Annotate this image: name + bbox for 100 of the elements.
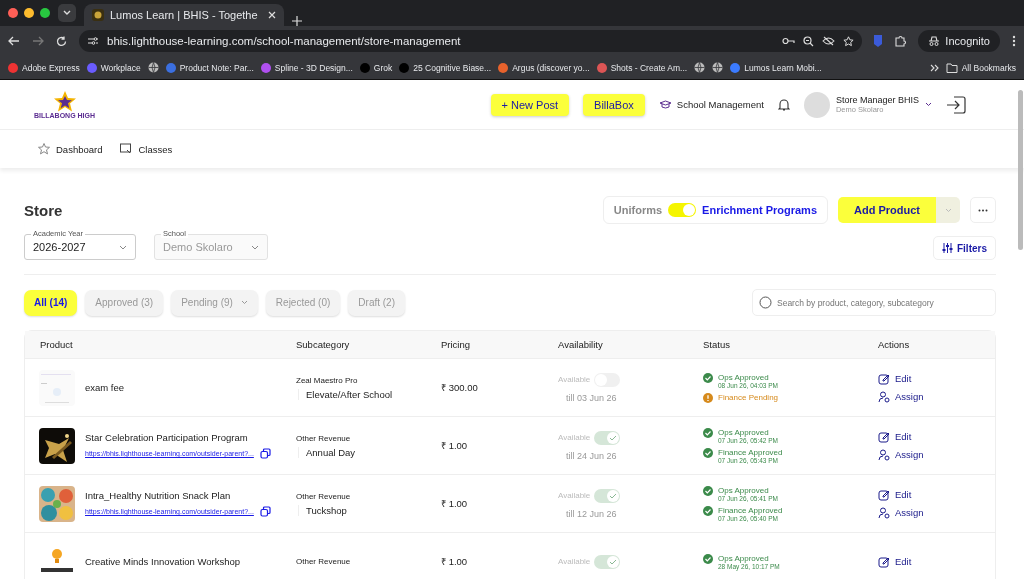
- availability-toggle[interactable]: [594, 554, 621, 569]
- assign-button[interactable]: Assign: [878, 390, 995, 403]
- product-name[interactable]: Creative Minds Innovation Workshop: [85, 556, 241, 567]
- till-date: till 24 Jun 26: [565, 450, 618, 461]
- user-icon: [878, 448, 890, 461]
- check-icon: [609, 434, 618, 441]
- bookmark-icon[interactable]: [712, 62, 724, 73]
- plus-icon[interactable]: [292, 16, 302, 26]
- header-button[interactable]: + New Post: [490, 93, 570, 116]
- graduation-cap-icon: [658, 99, 672, 110]
- copy-icon[interactable]: [259, 506, 271, 517]
- browser-tab[interactable]: Lumos Learn | BHIS - Togethe: [84, 4, 284, 26]
- tab-title: Lumos Learn | BHIS - Togethe: [110, 9, 259, 21]
- scrollbar[interactable]: [1018, 90, 1023, 250]
- edit-button[interactable]: Edit: [878, 430, 995, 443]
- column-header: Actions: [878, 339, 911, 350]
- reload-icon[interactable]: [56, 35, 67, 47]
- incognito-icon: [928, 36, 941, 46]
- bookmark[interactable]: Product Note: Par...: [179, 62, 254, 73]
- column-header: Subcategory: [296, 339, 351, 350]
- availability-toggle[interactable]: [594, 430, 621, 445]
- check-icon: [609, 492, 618, 499]
- bell-icon[interactable]: [777, 98, 790, 111]
- back-icon[interactable]: [8, 36, 20, 46]
- category-text: Other Revenue: [296, 491, 352, 501]
- chevron-double-right-icon[interactable]: [929, 63, 939, 72]
- availability-label: Available: [558, 557, 591, 566]
- globe-icon: [694, 62, 706, 73]
- chevron-down-icon: [119, 244, 127, 250]
- user-icon: [878, 390, 890, 403]
- search-field[interactable]: Search by product, category, subcategory: [752, 289, 996, 316]
- forward-icon[interactable]: [32, 36, 44, 46]
- status-label: Ops Approved: [718, 485, 770, 495]
- chevron-down-icon: [240, 300, 248, 305]
- add-product-button[interactable]: Add Product: [838, 197, 936, 223]
- puzzle-icon[interactable]: [894, 35, 907, 47]
- close-icon[interactable]: [268, 11, 276, 19]
- availability-toggle[interactable]: [594, 488, 621, 503]
- column-header: Pricing: [441, 339, 472, 350]
- toggle-group[interactable]: Uniforms Enrichment Programs: [602, 196, 828, 224]
- site-icon: [596, 62, 607, 73]
- chevron-down-icon[interactable]: [925, 102, 932, 107]
- filter-tab[interactable]: All (14): [24, 289, 78, 316]
- bookmark[interactable]: Shots - Create Am...: [610, 62, 688, 73]
- user-icon: [878, 506, 890, 519]
- status-label: Finance Pending: [718, 392, 779, 402]
- tab-menu-button[interactable]: [58, 4, 76, 22]
- bookmark[interactable]: Spline - 3D Design...: [274, 62, 353, 73]
- bookmark[interactable]: 25 Cognitive Biase...: [413, 62, 492, 73]
- nav-link[interactable]: Classes: [138, 143, 173, 155]
- profile-button[interactable]: Incognito: [918, 30, 1000, 52]
- product-name[interactable]: Intra_Healthy Nutrition Snack Plan: [85, 490, 271, 501]
- edit-button[interactable]: Edit: [878, 488, 995, 501]
- logo-star-icon: [52, 90, 77, 112]
- user-name[interactable]: Store Manager BHIS: [835, 95, 919, 105]
- availability-label: Available: [558, 433, 591, 442]
- star-icon[interactable]: [843, 35, 855, 47]
- check-circle-icon: [703, 447, 713, 458]
- bookmark[interactable]: Grok: [373, 62, 393, 73]
- assign-button[interactable]: Assign: [878, 506, 995, 519]
- bookmark[interactable]: Argus (discover yo...: [512, 62, 590, 73]
- header-button[interactable]: BillaBox: [583, 93, 645, 116]
- site-icon: [86, 62, 97, 73]
- assign-button[interactable]: Assign: [878, 448, 995, 461]
- toggle-switch[interactable]: [668, 203, 697, 217]
- globe-icon: [147, 62, 159, 73]
- check-circle-icon: [703, 485, 713, 496]
- eye-slash-icon[interactable]: [822, 36, 836, 46]
- zoom-icon[interactable]: [803, 35, 815, 47]
- site-settings-icon[interactable]: [87, 36, 99, 46]
- product-name[interactable]: Star Celebration Participation Program: [85, 432, 271, 443]
- product-name[interactable]: exam fee: [85, 382, 125, 393]
- chevron-down-icon: [63, 10, 71, 16]
- site-icon: [730, 62, 741, 73]
- price-text: ₹ 300.00: [441, 381, 479, 394]
- copy-icon[interactable]: [259, 448, 271, 459]
- filters-button[interactable]: Filters: [933, 236, 996, 260]
- subcategory-text: Annual Day: [298, 446, 441, 458]
- bookmark[interactable]: Workplace: [100, 62, 141, 73]
- all-bookmarks-link[interactable]: All Bookmarks: [961, 62, 1016, 73]
- bookmark-icon[interactable]: [147, 62, 159, 73]
- till-date: till 12 Jun 26: [565, 508, 618, 519]
- bookmark[interactable]: Lumos Learn Mobi...: [744, 62, 822, 73]
- bookmark-icon[interactable]: [694, 62, 706, 73]
- bookmark[interactable]: Adobe Express: [22, 62, 80, 73]
- category-text: Zeal Maestro Pro: [296, 375, 359, 385]
- status-label: Finance Approved: [718, 505, 783, 515]
- key-icon[interactable]: [782, 37, 796, 45]
- school-management-link[interactable]: School Management: [676, 99, 764, 110]
- category-text: Other Revenue: [296, 557, 352, 566]
- nav-link[interactable]: Dashboard: [56, 143, 103, 155]
- logout-icon[interactable]: [946, 93, 968, 116]
- more-icon[interactable]: [1012, 35, 1016, 47]
- star-icon: [38, 143, 50, 155]
- globe-icon: [712, 62, 724, 73]
- chevron-down-icon: [251, 244, 259, 250]
- edit-button[interactable]: Edit: [878, 555, 995, 568]
- site-icon: [498, 62, 509, 73]
- edit-button[interactable]: Edit: [878, 372, 995, 385]
- subcategory-text: Tuckshop: [298, 504, 441, 516]
